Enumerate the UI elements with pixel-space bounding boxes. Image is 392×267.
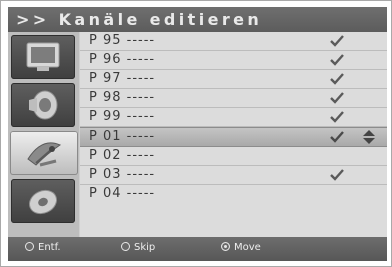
window-frame: >> Kanäle editieren P 95 ----- P 96 ----…: [0, 0, 392, 267]
channel-name: P 02 -----: [89, 148, 156, 163]
move-updown-icon[interactable]: [362, 129, 376, 145]
yellow-button-icon: [221, 242, 230, 251]
channel-row[interactable]: P 03 -----: [80, 166, 387, 185]
channel-name: P 04 -----: [89, 186, 156, 201]
check-icon: [330, 54, 344, 66]
skip-hint[interactable]: Skip: [121, 242, 155, 253]
menu-screen: >> Kanäle editieren P 95 ----- P 96 ----…: [8, 7, 387, 261]
sidebar-item-audio[interactable]: [11, 83, 75, 127]
check-icon: [330, 169, 344, 181]
channel-name: P 98 -----: [89, 90, 156, 105]
check-icon: [330, 73, 344, 85]
menu-title: >> Kanäle editieren: [16, 10, 263, 29]
move-hint[interactable]: Move: [221, 242, 261, 253]
channel-row[interactable]: P 98 -----: [80, 89, 387, 108]
menu-header: >> Kanäle editieren: [8, 7, 387, 32]
satellite-dish-icon: [27, 142, 62, 167]
entf-label: Entf.: [38, 242, 61, 253]
channel-row[interactable]: P 99 -----: [80, 108, 387, 127]
channel-row[interactable]: P 04 -----: [80, 185, 387, 203]
check-icon: [330, 92, 344, 104]
disc-icon: [28, 189, 58, 215]
channel-row[interactable]: P 97 -----: [80, 70, 387, 89]
channel-name: P 01 -----: [89, 129, 156, 144]
skip-label: Skip: [134, 242, 156, 253]
channel-name: P 96 -----: [89, 52, 156, 67]
tv-icon: [26, 42, 60, 71]
check-icon: [330, 111, 344, 123]
footer-bar: Entf. Skip Move: [8, 237, 387, 261]
channel-row[interactable]: P 96 -----: [80, 51, 387, 70]
channel-name: P 97 -----: [89, 71, 156, 86]
sidebar-item-disc[interactable]: [11, 179, 75, 223]
sidebar-item-channels[interactable]: [10, 131, 78, 175]
red-button-icon: [25, 242, 34, 251]
channel-name: P 03 -----: [89, 167, 156, 182]
channel-row[interactable]: P 02 -----: [80, 147, 387, 166]
sidebar: [8, 32, 79, 237]
channel-row[interactable]: P 95 -----: [80, 32, 387, 51]
channel-list: P 95 ----- P 96 ----- P 97 ----- P 98 --…: [79, 32, 387, 237]
channel-name: P 99 -----: [89, 109, 156, 124]
green-button-icon: [121, 242, 130, 251]
speaker-icon: [29, 90, 58, 120]
check-icon: [330, 131, 344, 143]
entf-hint[interactable]: Entf.: [25, 242, 61, 253]
sidebar-item-tv[interactable]: [11, 35, 75, 79]
check-icon: [330, 35, 344, 47]
move-label: Move: [234, 242, 261, 253]
channel-name: P 95 -----: [89, 33, 156, 48]
channel-row-selected[interactable]: P 01 -----: [80, 127, 387, 147]
